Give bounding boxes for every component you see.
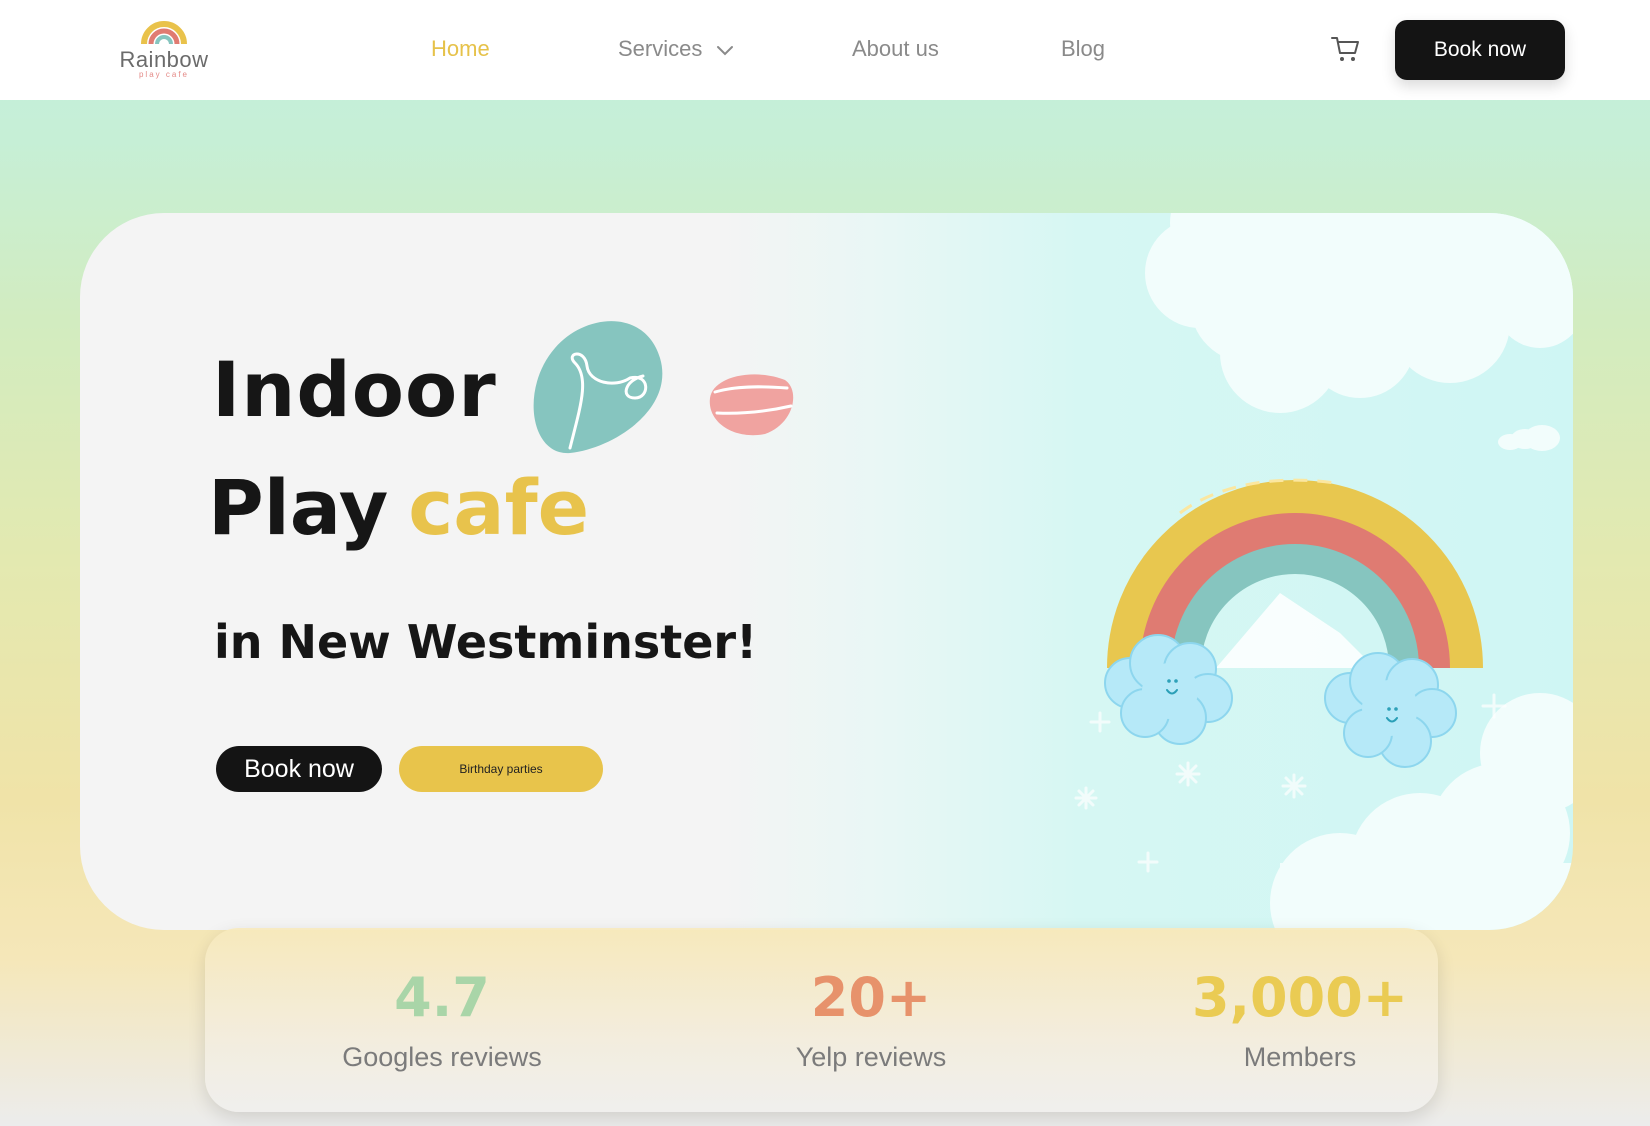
hero-title-play: Play (208, 463, 389, 552)
cart-icon[interactable] (1330, 34, 1360, 64)
top-cloud (1145, 213, 1573, 413)
rainbow-logo-icon (141, 21, 187, 45)
small-cloud-icon (1498, 425, 1560, 451)
sky-illustration (1074, 213, 1573, 930)
hero-subtitle: in New Westminster! (214, 615, 758, 669)
nav-services-label: Services (618, 36, 703, 61)
stat-label: Googles reviews (342, 1042, 542, 1072)
stat-value: 4.7 (394, 966, 490, 1029)
hero-title-line1: Indoor (212, 345, 497, 434)
nav-about-us[interactable]: About us (852, 36, 939, 62)
stat-value: 3,000+ (1191, 966, 1409, 1029)
pink-stone-decoration (709, 374, 794, 436)
teal-stone-decoration (533, 321, 663, 454)
hero-title-cafe: cafe (408, 463, 590, 552)
hero-card: Indoor Play cafe in New Westminster! Book… (80, 213, 1573, 930)
happy-cloud-right (1324, 652, 1457, 768)
hero-title-line2: Play cafe (208, 463, 589, 552)
nav-home[interactable]: Home (431, 36, 490, 62)
nav-blog[interactable]: Blog (1061, 36, 1105, 62)
stat-label: Yelp reviews (795, 1042, 947, 1072)
birthday-parties-button[interactable]: Birthday parties (399, 746, 603, 792)
rainbow-illustration (1107, 478, 1483, 669)
book-now-button[interactable]: Book now (1395, 20, 1565, 80)
chevron-down-icon (717, 46, 734, 56)
stat-value: 20+ (810, 966, 932, 1029)
brand-logo[interactable]: Rainbow play cafe (112, 18, 216, 80)
site-header: Rainbow play cafe Home Services About us… (0, 0, 1650, 100)
stats-panel: 4.7 Googles reviews 20+ Yelp reviews 3,0… (205, 928, 1438, 1112)
stat-label: Members (1243, 1042, 1357, 1072)
hero-book-now-button[interactable]: Book now (216, 746, 382, 792)
brand-tagline: play cafe (138, 70, 190, 79)
nav-services[interactable]: Services (618, 36, 734, 62)
